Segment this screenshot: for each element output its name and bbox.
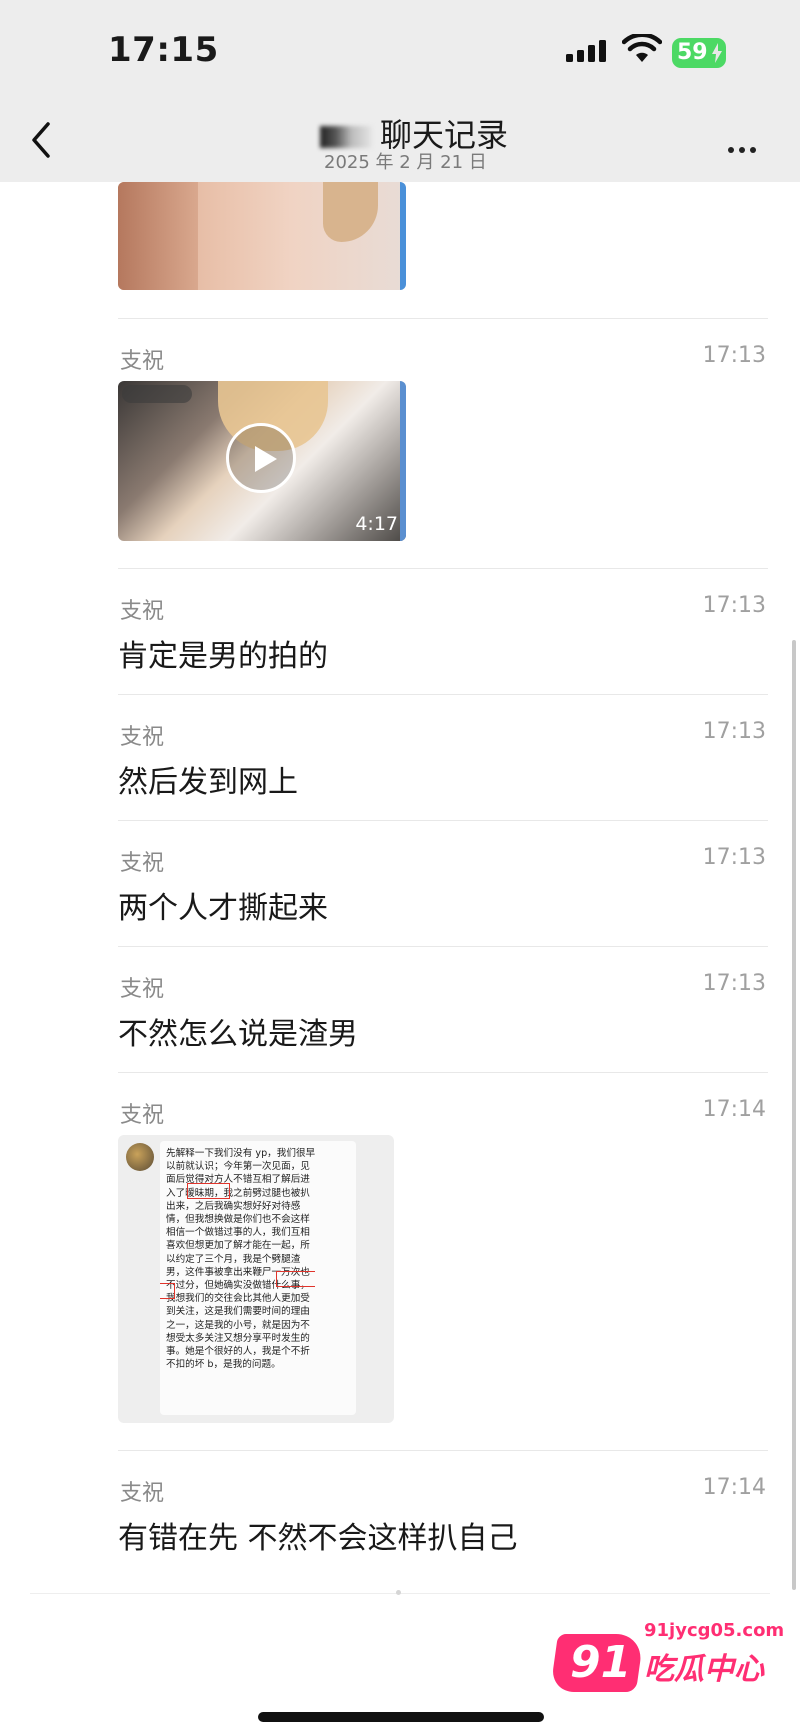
message-sender: 支祝 [120,1481,165,1506]
message-time: 17:13 [702,593,766,618]
more-options-icon[interactable] [728,138,761,157]
screenshot-line: 以前就认识；今年第一次见面，见 [166,1161,310,1173]
message-item [118,182,768,306]
message-sender: 支祝 [120,1103,165,1128]
screenshot-line: 之一，这是我的小号，就是因为不 [166,1319,310,1331]
message-time: 17:13 [702,719,766,744]
screenshot-line: 事。她是个很好的人，我是个不折 [166,1346,310,1358]
status-time: 17:15 [108,30,219,70]
screenshot-line: 不过分，但她确实没做错什么事， [166,1280,310,1292]
video-duration: 4:17 [355,513,398,535]
message-time: 17:13 [702,971,766,996]
watermark-name: 吃瓜中心 [644,1652,764,1687]
message-sender: 支祝 [120,599,165,624]
chat-history-list: 支祝 17:13 4:17 支祝 17:13 肯定是男的拍的 支祝 17:13 … [0,182,800,1602]
message-image[interactable] [118,182,406,290]
message-item: 支祝 17:13 两个人才撕起来 [118,820,768,947]
message-item: 支祝 17:13 4:17 [118,318,768,567]
message-text: 不然怎么说是渣男 [118,1017,358,1052]
battery-level: 59 [677,40,708,65]
play-icon[interactable] [226,423,296,493]
screenshot-line: 喜欢但想更加了解才能在一起，所 [166,1240,310,1252]
message-text: 然后发到网上 [118,765,298,800]
scrollbar[interactable] [792,640,796,1590]
avatar [126,1143,154,1171]
red-highlight-box [276,1271,315,1287]
message-time: 17:14 [702,1475,766,1500]
message-time: 17:13 [702,845,766,870]
screenshot-line: 我想我们的交往会比其他人更加受 [166,1293,310,1305]
battery-indicator: 59 [672,38,726,68]
message-screenshot-image[interactable]: 先解释一下我们没有 yp，我们很早 以前就认识；今年第一次见面，见 面后觉得对方… [118,1135,394,1423]
message-item: 支祝 17:13 然后发到网上 [118,694,768,821]
screenshot-line: 先解释一下我们没有 yp，我们很早 [166,1148,316,1159]
screenshot-line: 以约定了三个月，我是个劈腿渣 [166,1253,301,1265]
status-bar: 17:15 59 [0,0,800,100]
screenshot-line: 相信一个做错过事的人，我们互相 [166,1227,310,1239]
page-subtitle-date: 2025 年 2 月 21 日 [324,152,487,173]
message-text: 两个人才撕起来 [118,891,328,926]
screenshot-line: 出来，之后我确实想好好对待感 [166,1200,301,1212]
message-time: 17:14 [702,1097,766,1122]
message-item: 支祝 17:14 有错在先 不然不会这样扒自己 [118,1450,768,1591]
home-indicator[interactable] [258,1712,544,1722]
message-video[interactable]: 4:17 [118,381,406,541]
nav-bar: 聊天记录 2025 年 2 月 21 日 [0,100,800,182]
message-item: 支祝 17:13 不然怎么说是渣男 [118,946,768,1073]
screenshot-line: 情，但我想换做是你们也不会这样 [166,1214,310,1226]
cellular-signal-icon [566,40,606,62]
red-highlight-box [160,1283,175,1299]
message-sender: 支祝 [120,725,165,750]
message-time: 17:13 [702,343,766,368]
blurred-contact-name [320,126,372,148]
list-end-dot [396,1590,401,1595]
message-item: 支祝 17:13 肯定是男的拍的 [118,568,768,695]
message-item: 支祝 17:14 先解释一下我们没有 yp，我们很早 以前就认识；今年第一次见面… [118,1072,768,1451]
watermark-url: 91jycg05.com [644,1620,785,1641]
wifi-icon [622,34,662,62]
screenshot-line: 想受太多关注又想分享平时发生的 [166,1332,310,1344]
back-chevron-icon[interactable] [26,118,56,162]
message-sender: 支祝 [120,977,165,1002]
message-text: 有错在先 不然不会这样扒自己 [118,1521,518,1556]
watermark-number: 91 [570,1637,632,1688]
charging-bolt-icon [712,43,722,63]
message-text: 肯定是男的拍的 [118,639,328,674]
red-highlight-box [187,1183,230,1199]
message-sender: 支祝 [120,349,165,374]
screenshot-line: 男，这件事被拿出来鞭尸一万次也 [166,1266,310,1278]
message-sender: 支祝 [120,851,165,876]
screenshot-line: 不扣的坏 b，是我的问题。 [166,1359,281,1371]
screenshot-line: 到关注，这是我们需要时间的理由 [166,1306,310,1318]
